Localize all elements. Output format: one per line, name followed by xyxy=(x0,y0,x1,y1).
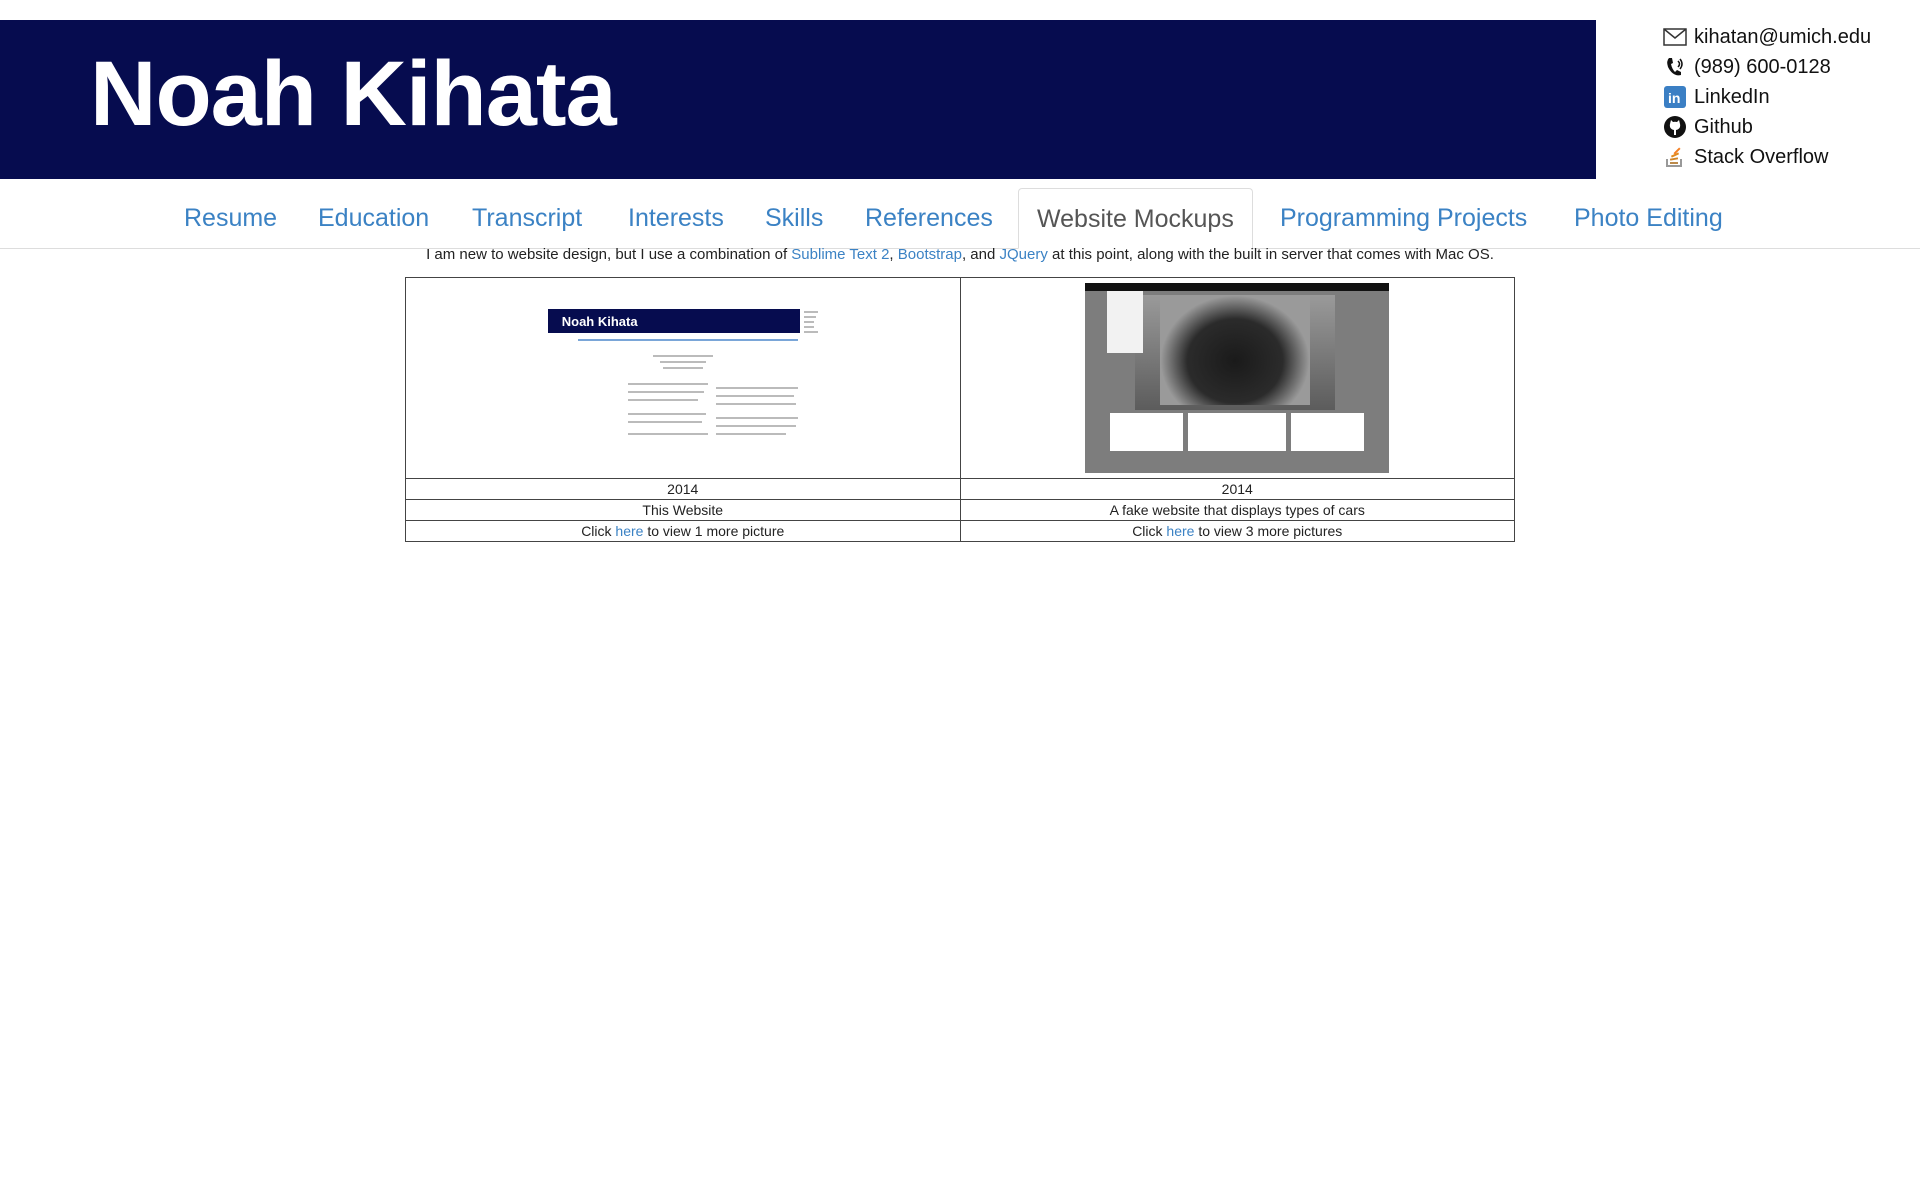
click-prefix: Click xyxy=(581,523,616,539)
mockup-2-image-cell xyxy=(959,277,1515,479)
thumb-contact-line xyxy=(803,326,814,328)
year-row: 2014 2014 xyxy=(405,478,1515,500)
link-row: Click here to view 1 more picture Click … xyxy=(405,520,1515,542)
contact-github-label: Github xyxy=(1694,115,1753,138)
thumb2-dropdown xyxy=(1107,291,1144,353)
thumb2-card xyxy=(1291,413,1365,451)
tab-interests[interactable]: Interests xyxy=(610,188,742,248)
contact-github[interactable]: Github xyxy=(1662,112,1871,142)
contact-linkedin[interactable]: in LinkedIn xyxy=(1662,82,1871,112)
thumb-text-line xyxy=(627,383,708,385)
phone-icon xyxy=(1662,54,1688,80)
thumb-contact-line xyxy=(803,321,814,323)
thumb-text-line xyxy=(715,433,786,435)
click-suffix: to view 3 more pictures xyxy=(1194,523,1343,539)
contact-list: kihatan@umich.edu (989) 600-0128 in Link… xyxy=(1662,22,1871,172)
intro-text: I am new to website design, but I use a … xyxy=(0,246,1920,263)
linkedin-icon: in xyxy=(1662,84,1688,110)
thumb2-card xyxy=(1188,413,1287,451)
thumb-text-line xyxy=(627,391,704,393)
thumb-contact-line xyxy=(803,311,818,313)
contact-email-label: kihatan@umich.edu xyxy=(1694,25,1872,48)
thumb-header: Noah Kihata xyxy=(547,309,800,333)
tab-photo-editing[interactable]: Photo Editing xyxy=(1556,188,1741,248)
mockups-table: Noah Kihata 2014 2014 This Website A fak… xyxy=(405,277,1515,542)
contact-stackoverflow-label: Stack Overflow xyxy=(1694,145,1829,168)
tab-references[interactable]: References xyxy=(847,188,1011,248)
click-prefix: Click xyxy=(1132,523,1167,539)
mockup-2-title: A fake website that displays types of ca… xyxy=(959,499,1515,521)
thumb-text-line xyxy=(715,403,796,405)
thumb-contact-line xyxy=(803,331,818,333)
thumb-text-line xyxy=(627,413,706,415)
header-banner: Noah Kihata xyxy=(0,20,1596,179)
svg-text:in: in xyxy=(1668,90,1680,106)
tab-skills[interactable]: Skills xyxy=(747,188,841,248)
contact-email[interactable]: kihatan@umich.edu xyxy=(1662,22,1871,52)
mockup-1-thumbnail[interactable]: Noah Kihata xyxy=(547,303,818,453)
mail-icon xyxy=(1662,24,1688,50)
click-suffix: to view 1 more picture xyxy=(643,523,785,539)
thumb-text-line xyxy=(652,355,713,357)
thumb-text-line xyxy=(627,421,702,423)
thumb-text-line xyxy=(627,433,708,435)
thumb-title: Noah Kihata xyxy=(561,314,638,329)
mockup-1-here-link[interactable]: here xyxy=(615,523,643,539)
tab-transcript[interactable]: Transcript xyxy=(454,188,600,248)
thumb-text-line xyxy=(715,395,794,397)
page-title: Noah Kihata xyxy=(90,43,617,145)
intro-sep2: , and xyxy=(961,246,1000,263)
contact-phone[interactable]: (989) 600-0128 xyxy=(1662,52,1871,82)
mockup-2-thumbnail[interactable] xyxy=(1085,283,1390,473)
stackoverflow-icon xyxy=(1662,144,1688,170)
thumb-contact-line xyxy=(803,316,816,318)
thumb-text-line xyxy=(715,425,796,427)
mockup-1-image-cell: Noah Kihata xyxy=(405,277,961,479)
thumb2-card xyxy=(1110,413,1184,451)
tab-resume[interactable]: Resume xyxy=(166,188,295,248)
tab-education[interactable]: Education xyxy=(300,188,447,248)
thumb-tabs xyxy=(577,339,798,341)
mockup-1-title: This Website xyxy=(405,499,961,521)
thumb-text-line xyxy=(715,417,798,419)
sublime-link[interactable]: Sublime Text 2 xyxy=(791,246,889,263)
thumb2-topbar xyxy=(1085,283,1390,291)
mockup-2-year: 2014 xyxy=(959,478,1515,500)
thumb-text-line xyxy=(627,399,698,401)
mockup-2-more: Click here to view 3 more pictures xyxy=(959,520,1515,542)
car-image xyxy=(1160,295,1311,405)
contact-phone-label: (989) 600-0128 xyxy=(1694,55,1831,78)
jquery-link[interactable]: JQuery xyxy=(1000,246,1048,263)
tab-website-mockups[interactable]: Website Mockups xyxy=(1018,188,1253,249)
contact-linkedin-label: LinkedIn xyxy=(1694,85,1770,108)
mockup-1-year: 2014 xyxy=(405,478,961,500)
thumbnail-row: Noah Kihata xyxy=(405,277,1515,479)
tab-bar: Resume Education Transcript Interests Sk… xyxy=(0,188,1920,249)
intro-after: at this point, along with the built in s… xyxy=(1047,246,1494,263)
contact-stackoverflow[interactable]: Stack Overflow xyxy=(1662,142,1871,172)
mockup-2-here-link[interactable]: here xyxy=(1166,523,1194,539)
title-row: This Website A fake website that display… xyxy=(405,499,1515,521)
thumb-text-line xyxy=(715,387,798,389)
github-icon xyxy=(1662,114,1688,140)
mockup-1-more: Click here to view 1 more picture xyxy=(405,520,961,542)
tab-programming-projects[interactable]: Programming Projects xyxy=(1262,188,1545,248)
intro-sep1: , xyxy=(889,246,898,263)
bootstrap-link[interactable]: Bootstrap xyxy=(898,246,962,263)
intro-before: I am new to website design, but I use a … xyxy=(426,246,792,263)
thumb-text-line xyxy=(662,367,703,369)
thumb-text-line xyxy=(659,361,706,363)
